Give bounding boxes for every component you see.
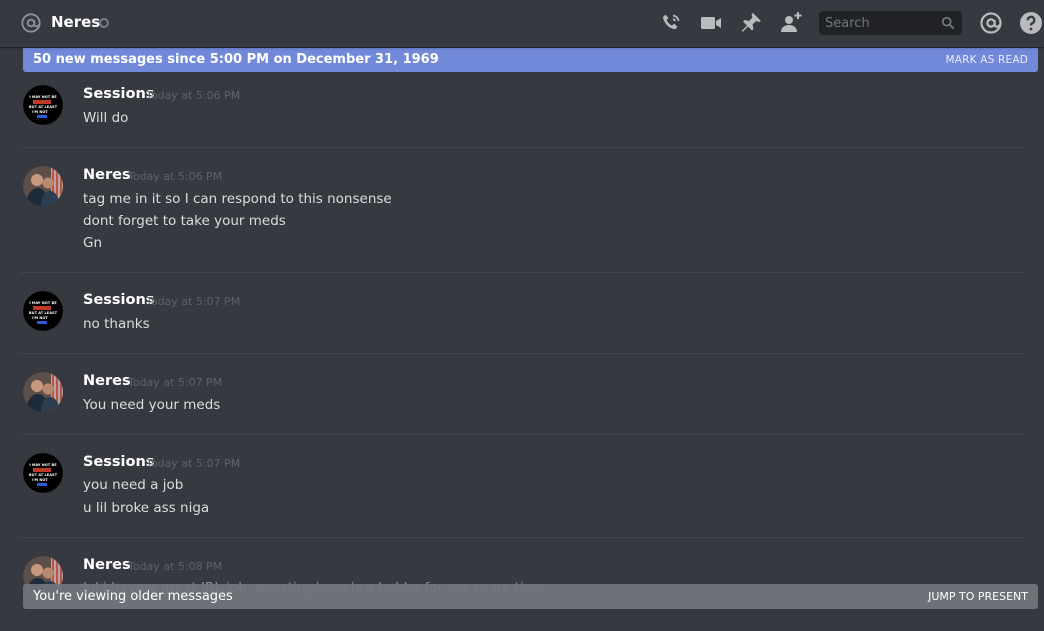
avatar-text-1: I MAY NOT BE (29, 463, 57, 467)
older-messages-bar[interactable]: You're viewing older messages JUMP TO PR… (23, 584, 1038, 609)
avatar-text-1: I MAY NOT BE (29, 301, 57, 305)
message-timestamp: Today at 5:06 PM (146, 89, 241, 102)
message-timestamp: Today at 5:06 PM (128, 170, 223, 183)
avatar-neres[interactable] (23, 372, 63, 412)
avatar-sessions-image: I MAY NOT BE BUT AT LEAST I'M NOT (23, 85, 63, 125)
message-text: no thanks (83, 316, 150, 332)
message-author[interactable]: Neres (83, 557, 131, 573)
message-author[interactable]: Neres (83, 167, 131, 183)
avatar-sessions[interactable]: I MAY NOT BE BUT AT LEAST I'M NOT (23, 291, 63, 331)
avatar-text-3: I'M NOT (32, 478, 48, 482)
help-icon[interactable] (1019, 11, 1043, 35)
message-text: You need your meds (83, 397, 221, 413)
message-timestamp: Today at 5:07 PM (146, 457, 241, 470)
message-timestamp: Today at 5:07 PM (146, 295, 241, 308)
message-text: u lil broke ass niga (83, 500, 210, 516)
avatar-sessions-image: I MAY NOT BE BUT AT LEAST I'M NOT (23, 291, 63, 331)
pin-icon[interactable] (739, 11, 763, 35)
avatar-text-2: BUT AT LEAST (29, 105, 58, 109)
message-author[interactable]: Sessions (83, 454, 154, 470)
status-indicator (99, 18, 109, 28)
add-friend-icon[interactable] (779, 11, 803, 35)
avatar-sessions[interactable]: I MAY NOT BE BUT AT LEAST I'M NOT (23, 453, 63, 493)
message-divider (20, 353, 1024, 354)
message-text: tag me in it so I can respond to this no… (83, 191, 392, 207)
avatar-neres-image (23, 372, 63, 412)
jump-to-present-button[interactable]: JUMP TO PRESENT (928, 590, 1028, 603)
avatar-sessions[interactable]: I MAY NOT BE BUT AT LEAST I'M NOT (23, 85, 63, 125)
new-messages-text: 50 new messages since 5:00 PM on Decembe… (33, 52, 439, 67)
mentions-icon[interactable] (979, 11, 1003, 35)
mark-as-read-button[interactable]: MARK AS READ (945, 54, 1028, 66)
message-author[interactable]: Sessions (83, 292, 154, 308)
message-timestamp: Today at 5:07 PM (128, 376, 223, 389)
message-divider (20, 272, 1024, 273)
message-text: dont forget to take your meds (83, 213, 286, 229)
message-divider (20, 147, 1024, 148)
at-icon (21, 13, 41, 33)
dm-user-name: Neres (51, 13, 101, 31)
new-messages-bar[interactable]: 50 new messages since 5:00 PM on Decembe… (23, 48, 1038, 72)
message-author[interactable]: Neres (83, 373, 131, 389)
search-input[interactable] (819, 11, 935, 35)
avatar-sessions-image: I MAY NOT BE BUT AT LEAST I'M NOT (23, 453, 63, 493)
channel-header: Neres (0, 0, 1044, 47)
avatar-text-2: BUT AT LEAST (29, 311, 58, 315)
avatar-text-2: BUT AT LEAST (29, 473, 58, 477)
older-messages-text: You're viewing older messages (33, 589, 233, 604)
chat-window: Neres Search 50 new messages since 5:00 … (0, 0, 1044, 631)
phone-call-icon[interactable] (659, 11, 683, 35)
avatar-text-3: I'M NOT (32, 110, 48, 114)
message-timestamp: Today at 5:08 PM (128, 560, 223, 573)
message-text: you need a job (83, 477, 184, 493)
message-divider (20, 434, 1024, 435)
avatar-neres-image (23, 166, 63, 206)
message-divider (20, 537, 1024, 538)
message-text: Gn (83, 235, 103, 251)
avatar-text-1: I MAY NOT BE (29, 95, 57, 99)
message-text: Will do (83, 110, 129, 126)
message-author[interactable]: Sessions (83, 86, 154, 102)
message-list[interactable]: I MAY NOT BE BUT AT LEAST I'M NOT Sessio… (0, 47, 1044, 631)
avatar-neres[interactable] (23, 166, 63, 206)
avatar-text-3: I'M NOT (32, 316, 48, 320)
video-call-icon[interactable] (699, 11, 723, 35)
search-bar[interactable] (819, 11, 962, 35)
search-icon (941, 16, 955, 30)
